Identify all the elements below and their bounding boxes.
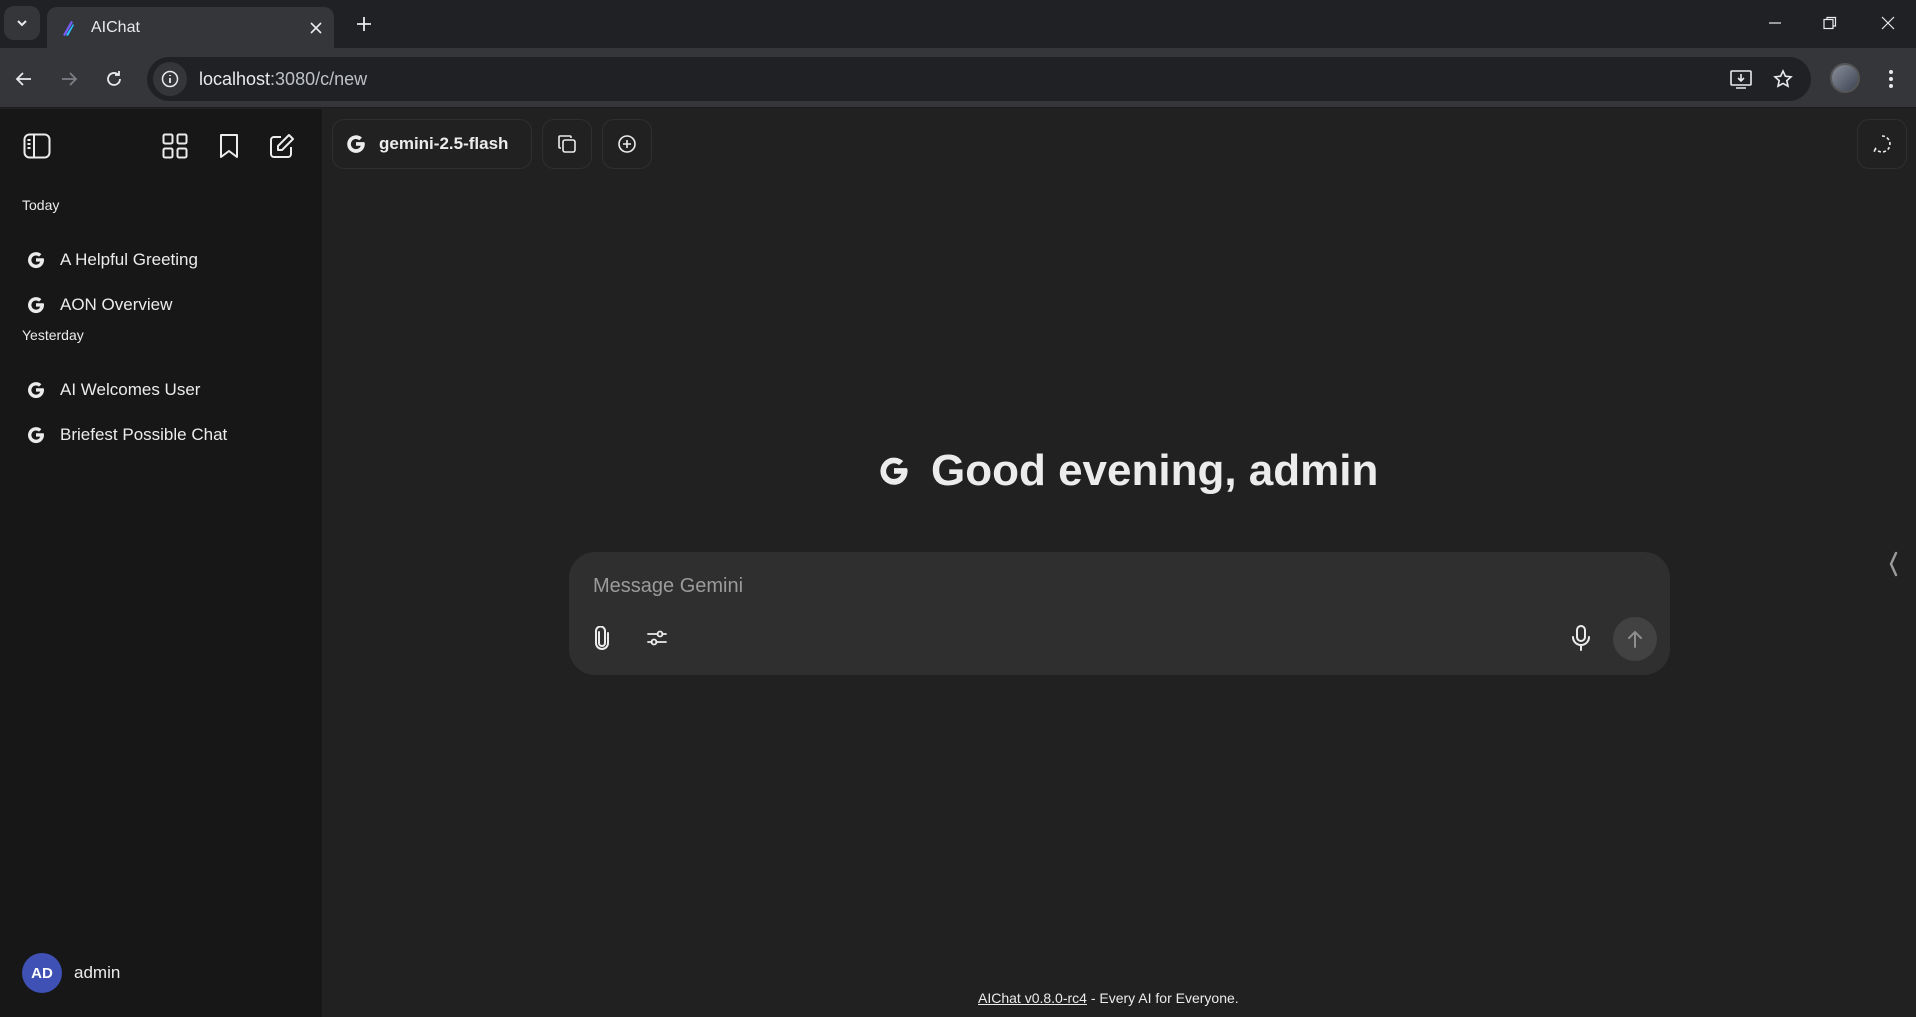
edit-icon xyxy=(270,134,294,158)
star-icon xyxy=(1773,69,1793,88)
bookmark-icon xyxy=(220,134,238,158)
user-name: admin xyxy=(74,963,121,982)
forward-button[interactable] xyxy=(52,62,86,96)
greeting-text: Good evening, admin xyxy=(931,446,1379,495)
google-g-icon xyxy=(28,427,45,444)
bookmarks-button[interactable] xyxy=(209,126,249,166)
copy-conversation-button[interactable] xyxy=(542,119,592,169)
greeting: Good evening, admin xyxy=(877,446,1378,496)
voice-input-button[interactable] xyxy=(1561,618,1601,658)
tab-title: AIChat xyxy=(91,18,140,36)
minimize-icon xyxy=(1769,22,1781,24)
footer: AIChat v0.8.0-rc4 - Every AI for Everyon… xyxy=(978,990,1239,1006)
plus-circle-icon xyxy=(618,135,636,153)
sliders-icon xyxy=(647,630,667,646)
new-chat-button[interactable] xyxy=(262,126,302,166)
group-label-today: Today xyxy=(22,197,60,213)
chevron-down-icon xyxy=(17,20,27,27)
group-label-yesterday: Yesterday xyxy=(22,327,84,343)
restore-window-button[interactable] xyxy=(1810,8,1850,38)
marketplace-button[interactable] xyxy=(155,126,195,166)
browser-profile-avatar[interactable] xyxy=(1830,63,1860,93)
microphone-icon xyxy=(1572,625,1590,651)
google-g-icon xyxy=(28,382,45,399)
bookmark-star-button[interactable] xyxy=(1767,63,1799,95)
close-icon xyxy=(1881,16,1895,30)
conversation-title: AI Welcomes User xyxy=(60,380,201,399)
arrow-right-icon xyxy=(62,72,78,86)
install-icon xyxy=(1730,70,1752,89)
conversation-item[interactable]: A Helpful Greeting xyxy=(14,240,310,280)
send-message-button[interactable] xyxy=(1613,617,1657,661)
back-button[interactable] xyxy=(7,62,41,96)
site-info-button[interactable] xyxy=(153,62,187,96)
sidebar: Today A Helpful Greeting AON Overview Ye… xyxy=(0,109,322,1017)
close-window-button[interactable] xyxy=(1868,8,1908,38)
model-selector-button[interactable]: gemini-2.5-flash xyxy=(332,119,532,169)
copy-icon xyxy=(558,135,576,153)
conversation-title: AON Overview xyxy=(60,295,173,314)
add-multi-conversation-button[interactable] xyxy=(602,119,652,169)
sidebar-toggle-icon xyxy=(23,133,51,159)
arrow-up-icon xyxy=(1628,631,1642,648)
conversation-item[interactable]: Briefest Possible Chat xyxy=(14,415,310,455)
url-host: localhost xyxy=(199,68,271,89)
url-text: localhost:3080/c/new xyxy=(199,69,367,90)
address-bar[interactable]: localhost:3080/c/new xyxy=(147,57,1811,101)
tools-settings-button[interactable] xyxy=(637,618,677,658)
tab-search-button[interactable] xyxy=(4,6,40,40)
account-menu-button[interactable]: AD admin xyxy=(22,953,120,993)
temporary-chat-button[interactable] xyxy=(1857,119,1907,169)
version-link[interactable]: AIChat v0.8.0-rc4 xyxy=(978,990,1087,1006)
paperclip-icon xyxy=(595,626,609,650)
browser-menu-button[interactable] xyxy=(1876,62,1906,96)
plus-icon xyxy=(357,17,371,31)
minimize-window-button[interactable] xyxy=(1755,8,1795,38)
google-g-icon xyxy=(28,252,45,269)
message-circle-dashed-icon xyxy=(1873,135,1891,153)
model-label: gemini-2.5-flash xyxy=(379,134,509,153)
new-tab-button[interactable] xyxy=(350,10,378,38)
google-g-icon xyxy=(28,297,45,314)
conversation-title: Briefest Possible Chat xyxy=(60,425,228,444)
info-icon xyxy=(161,70,179,88)
browser-toolbar: localhost:3080/c/new xyxy=(0,48,1916,108)
google-g-icon xyxy=(880,457,908,485)
message-input[interactable] xyxy=(593,568,1593,604)
reload-button[interactable] xyxy=(97,62,131,96)
chevron-left-icon xyxy=(1889,551,1898,577)
restore-icon xyxy=(1823,16,1837,30)
toggle-sidebar-button[interactable] xyxy=(17,126,57,166)
conversation-title: A Helpful Greeting xyxy=(60,250,198,269)
grid-icon xyxy=(162,133,188,159)
attach-file-button[interactable] xyxy=(582,618,622,658)
browser-tab[interactable]: AIChat xyxy=(47,7,334,48)
conversation-item[interactable]: AON Overview xyxy=(14,285,310,325)
aichat-favicon-icon xyxy=(63,20,74,36)
avatar: AD xyxy=(22,953,62,993)
footer-tagline: - Every AI for Everyone. xyxy=(1086,990,1239,1006)
close-tab-icon[interactable] xyxy=(304,16,328,40)
browser-tab-bar: AIChat xyxy=(0,0,1916,48)
conversation-item[interactable]: AI Welcomes User xyxy=(14,370,310,410)
side-panel-toggle[interactable] xyxy=(1886,548,1900,580)
install-app-button[interactable] xyxy=(1725,63,1757,95)
reload-icon xyxy=(107,71,121,86)
more-vertical-icon xyxy=(1889,70,1893,88)
arrow-left-icon xyxy=(15,72,31,86)
message-composer xyxy=(569,552,1670,675)
url-path: :3080/c/new xyxy=(270,68,368,89)
google-g-icon xyxy=(347,135,365,153)
